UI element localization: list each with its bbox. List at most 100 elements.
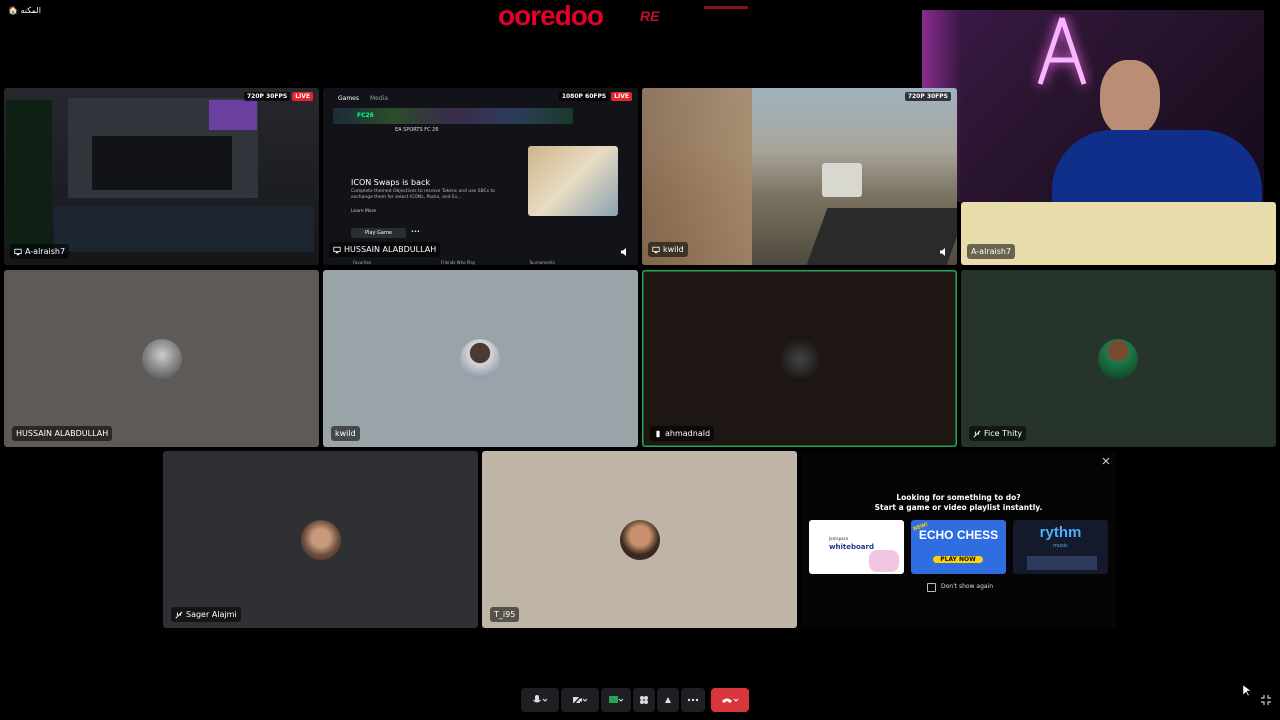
user-label: A-alraish7 <box>10 244 70 259</box>
avatar <box>620 520 660 560</box>
avatar <box>142 339 182 379</box>
screen-share-icon <box>333 246 341 253</box>
promo-cards <box>528 146 618 216</box>
more-control[interactable] <box>681 688 705 712</box>
activity-panel: Looking for something to do? Start a gam… <box>801 451 1116 628</box>
live-badge: LIVE <box>292 92 313 101</box>
screen-share-icon <box>14 248 22 255</box>
panel-title: Looking for something to do? <box>896 493 1021 502</box>
dont-show-checkbox[interactable] <box>927 583 936 592</box>
video-tile-4[interactable]: A-alraish7 <box>961 202 1276 265</box>
mouse-cursor-icon <box>1243 685 1251 697</box>
mobile-icon <box>656 430 660 437</box>
video-tile-screen-1[interactable]: 720P 30FPS LIVE A-alraish7 <box>4 88 319 265</box>
soundboard-control[interactable] <box>657 688 679 712</box>
more-options-button[interactable]: ••• <box>411 229 420 235</box>
promo-headline: ICON Swaps is back <box>351 178 431 187</box>
user-label: kwild <box>648 242 688 257</box>
streamed-desktop <box>4 88 319 265</box>
user-name: Fice Thity <box>984 429 1023 438</box>
microphone-control[interactable] <box>521 688 559 712</box>
card-title: whiteboard <box>829 543 874 551</box>
disconnect-control[interactable] <box>711 688 749 712</box>
play-game-button[interactable]: Play Game <box>351 228 406 238</box>
hangup-icon <box>722 698 739 703</box>
activity-card-echo-chess[interactable]: NEW! ECHO CHESS PLAY NOW <box>911 520 1006 574</box>
more-icon <box>687 698 699 702</box>
activity-card-rythm[interactable]: rythm music <box>1013 520 1108 574</box>
user-label: HUSSAIN ALABDULLAH <box>329 242 441 257</box>
webcam-overlay <box>922 10 1264 202</box>
card-title: ECHO CHESS <box>918 528 999 542</box>
resolution-badge: 720P 30FPS <box>904 92 951 101</box>
video-tile-9[interactable]: Sager Alajmi <box>163 451 478 628</box>
footer-friends: Friends Who Play <box>441 260 476 265</box>
footer-favorites: Favorites <box>353 260 372 265</box>
dont-show-label: Don't show again <box>941 583 994 590</box>
avatar <box>1098 339 1138 379</box>
footer-tournaments: Tournaments <box>529 260 555 265</box>
screen-share-control[interactable] <box>601 688 631 712</box>
activity-card-whiteboard[interactable]: Jamspace whiteboard <box>809 520 904 574</box>
user-label: Sager Alajmi <box>171 607 241 622</box>
stream-badges: 720P 30FPS LIVE <box>244 92 313 101</box>
muted-mic-icon <box>175 610 183 619</box>
sponsor-badge: RE <box>640 8 660 24</box>
card-sub: Jamspace <box>829 536 849 541</box>
user-name: HUSSAIN ALABDULLAH <box>16 429 109 438</box>
user-name: kwild <box>335 429 356 438</box>
app-title: EA SPORTS FC 26 <box>395 127 439 133</box>
stream-badges: 1080P 60FPS LIVE <box>558 92 632 101</box>
camera-off-icon <box>572 694 588 706</box>
avatar <box>460 339 500 379</box>
speaker-icon[interactable] <box>620 247 630 257</box>
user-name: kwild <box>663 245 684 254</box>
resolution-badge: 720P 30FPS <box>244 92 291 101</box>
video-tile-8[interactable]: Fice Thity <box>961 270 1276 447</box>
user-name: T_i95 <box>494 610 516 619</box>
stream-badges: 720P 30FPS <box>904 92 951 101</box>
card-title: rythm <box>1039 524 1082 541</box>
muted-mic-icon <box>973 429 981 438</box>
ooredoo-logo: ooredoo <box>498 0 604 31</box>
activities-icon <box>640 696 648 704</box>
video-tile-7[interactable]: ahmadnald <box>642 270 957 447</box>
resolution-badge: 1080P 60FPS <box>558 92 610 101</box>
user-label: T_i95 <box>490 607 520 622</box>
video-tile-5[interactable]: HUSSAIN ALABDULLAH <box>4 270 319 447</box>
person-figure <box>1052 60 1262 202</box>
avatar <box>780 339 820 379</box>
user-name: ahmadnald <box>665 429 711 438</box>
media-tab[interactable]: Media <box>370 95 388 102</box>
promo-body: Complete themed Objectives to receive To… <box>351 189 496 200</box>
sponsor-strip <box>704 6 748 9</box>
soundboard-icon <box>665 697 671 703</box>
app-badge: FC26 <box>357 112 374 119</box>
video-tile-10[interactable]: T_i95 <box>482 451 797 628</box>
user-label: HUSSAIN ALABDULLAH <box>12 426 113 441</box>
game-scene <box>642 88 957 265</box>
live-badge: LIVE <box>611 92 632 101</box>
user-name: Sager Alajmi <box>186 610 237 619</box>
screen-share-icon <box>652 246 660 253</box>
user-label: ahmadnald <box>650 426 715 441</box>
card-sub: music <box>1053 543 1068 549</box>
learn-more-link[interactable]: Learn More <box>351 209 376 214</box>
card-sub: PLAY NOW <box>933 556 983 563</box>
user-name: A-alraish7 <box>25 247 66 256</box>
microphone-icon <box>533 695 548 703</box>
camera-control[interactable] <box>561 688 599 712</box>
close-icon[interactable] <box>1102 457 1110 465</box>
user-label: Fice Thity <box>969 426 1027 441</box>
user-label: A-alraish7 <box>967 244 1016 259</box>
user-name: A-alraish7 <box>971 247 1012 256</box>
video-tile-screen-3[interactable]: 720P 30FPS kwild <box>642 88 957 265</box>
top-left-title: 🏠 المكنه <box>8 6 41 15</box>
activities-control[interactable] <box>633 688 655 712</box>
avatar <box>301 520 341 560</box>
exit-fullscreen-icon[interactable] <box>1260 694 1272 706</box>
speaker-icon[interactable] <box>939 247 949 257</box>
video-tile-screen-2[interactable]: Games Media FC26 EA SPORTS FC 26 ICON Sw… <box>323 88 638 265</box>
games-tab[interactable]: Games <box>338 95 359 102</box>
video-tile-6[interactable]: kwild <box>323 270 638 447</box>
